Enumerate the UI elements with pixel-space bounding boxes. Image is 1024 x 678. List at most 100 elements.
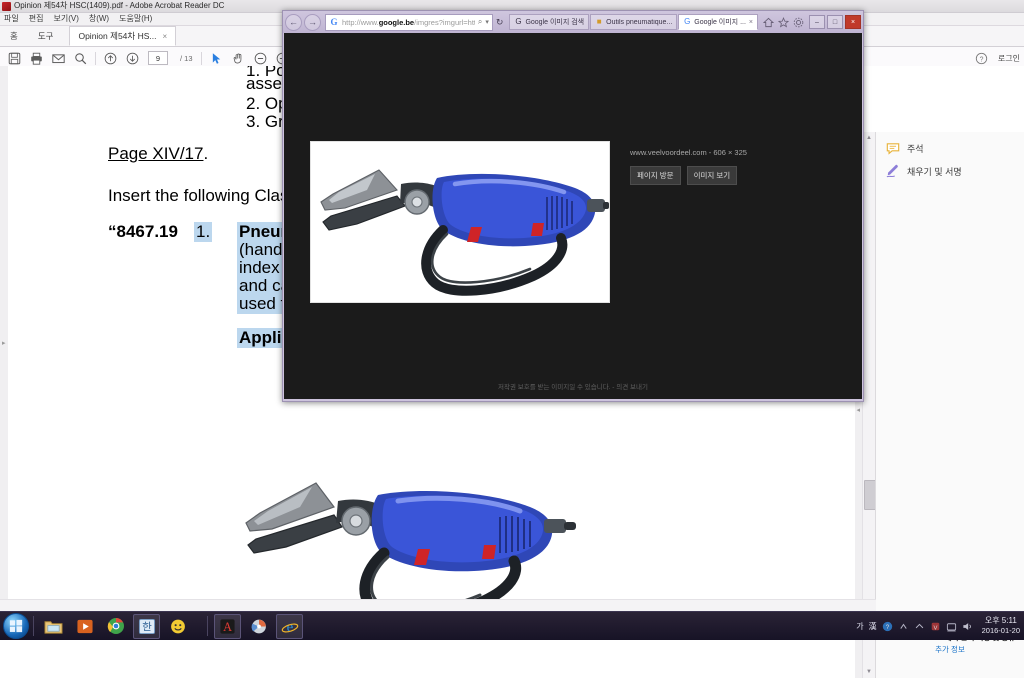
menu-view[interactable]: 보기(V) (53, 14, 78, 24)
help-icon[interactable]: ? (975, 52, 988, 65)
menu-file[interactable]: 파일 (4, 14, 19, 24)
search-icon[interactable]: ⌕ (478, 17, 482, 27)
volume-icon[interactable] (962, 621, 973, 632)
taskbar-paint-icon[interactable] (245, 614, 272, 639)
close-button[interactable]: × (845, 15, 861, 29)
taskbar-messenger-icon[interactable] (164, 614, 191, 639)
document-vertical-scrollbar[interactable]: ▲ ▼ (862, 132, 877, 678)
url-domain: google.be (378, 17, 415, 27)
refresh-icon[interactable]: ↻ (496, 17, 504, 28)
taskbar-internet-explorer-icon[interactable]: e (276, 613, 303, 639)
lightbox-product-image[interactable] (310, 141, 610, 303)
ie-tab-2[interactable]: ■ Outils pneumatique... (590, 14, 678, 30)
menu-edit[interactable]: 편집 (29, 14, 44, 24)
ie-tab-1[interactable]: G Google 이미지 검색 (509, 14, 590, 30)
save-icon[interactable] (8, 52, 21, 65)
close-icon[interactable]: × (749, 19, 753, 26)
show-hidden-icons-icon[interactable] (914, 621, 925, 632)
taskbar-clock[interactable]: 오후 5:11 2016-01-20 (978, 616, 1020, 636)
ie-tab-strip: G Google 이미지 검색 ■ Outils pneumatique... … (509, 14, 758, 30)
settings-gear-icon[interactable] (793, 17, 804, 28)
maximize-button[interactable]: □ (827, 15, 843, 29)
back-icon[interactable]: ← (285, 13, 302, 31)
clock-time: 오후 5:11 (984, 616, 1017, 625)
taskbar-divider (33, 616, 34, 636)
doc-page-reference: Page XIV/17 (108, 144, 204, 163)
ime-status-icon[interactable] (898, 621, 909, 632)
tab-document-label: Opinion 제54차 HS... (78, 31, 157, 41)
doc-page-reference-dot: . (203, 144, 209, 163)
doc-insert-line: Insert the following Class (108, 186, 297, 205)
tab-home[interactable]: 홈 (0, 26, 28, 46)
taskbar-hanword-icon[interactable]: 한 (133, 613, 160, 639)
close-icon[interactable]: × (162, 32, 167, 41)
cloud-promo-link[interactable]: 추가 정보 (876, 643, 1024, 656)
messenger-icon (170, 619, 185, 633)
tab-tools[interactable]: 도구 (28, 26, 64, 46)
copyright-notice: 저작권 보호를 받는 이미지일 수 있습니다. - 의견 보내기 (498, 384, 648, 391)
ie-tab-3-label: Google 이미지 ... (694, 19, 746, 26)
svg-text:한: 한 (142, 621, 152, 633)
taskbar-media-player-icon[interactable] (71, 614, 98, 639)
network-icon[interactable] (946, 621, 957, 632)
taskbar-explorer-icon[interactable] (40, 614, 67, 639)
windows-taskbar: 한 A e 가 漢 ? V 오후 5:11 2016-01-20 (0, 611, 1024, 640)
hand-icon[interactable] (232, 52, 245, 65)
ie-toolbar: ← → G http://www.google.be/imgres?imgurl… (283, 11, 863, 33)
signin-button[interactable]: 로그인 (998, 53, 1020, 64)
address-bar[interactable]: G http://www.google.be/imgres?imgurl=htt… (325, 13, 493, 31)
acrobat-window-title: Opinion 제54차 HSC(1409).pdf - Adobe Acrob… (14, 1, 225, 10)
left-page-strip[interactable]: ▸ (0, 66, 8, 612)
taskbar-acrobat-reader-icon[interactable]: A (214, 613, 241, 639)
tab-document[interactable]: Opinion 제54차 HS... × (69, 26, 177, 46)
paint-icon (251, 619, 266, 633)
ie-tab-2-label: Outils pneumatique... (606, 18, 673, 26)
explorer-folder-icon (44, 620, 63, 634)
acrobat-reader-icon: A (220, 618, 235, 634)
tool-fill-sign[interactable]: 채우기 및 서명 (876, 155, 1024, 178)
antivirus-icon[interactable]: V (930, 621, 941, 632)
minus-icon[interactable] (254, 52, 267, 65)
menu-window[interactable]: 창(W) (89, 14, 109, 24)
arrow-down-icon[interactable] (126, 52, 139, 65)
help-icon[interactable]: ? (882, 621, 893, 632)
view-image-button[interactable]: 이미지 보기 (686, 166, 738, 185)
favorites-star-icon[interactable] (778, 16, 789, 28)
home-icon[interactable] (763, 17, 774, 28)
forward-icon[interactable]: → (304, 13, 321, 31)
lightbox-info-panel: www.veelvoordeel.com - 606 × 325 페이지 방문 … (628, 33, 862, 399)
media-player-icon (76, 619, 93, 633)
tool-comment[interactable]: 주석 (876, 132, 1024, 155)
ie-window-buttons: – □ × (809, 15, 861, 29)
page-number-input[interactable]: 9 (148, 51, 168, 65)
minimize-button[interactable]: – (809, 15, 825, 29)
arrow-up-icon[interactable] (104, 52, 117, 65)
chevron-down-icon[interactable]: ▾ (485, 18, 489, 26)
cursor-icon[interactable] (210, 52, 223, 65)
visit-page-button[interactable]: 페이지 방문 (630, 166, 681, 185)
clock-date: 2016-01-20 (981, 626, 1020, 635)
email-icon[interactable] (52, 52, 65, 65)
menu-help[interactable]: 도움말(H) (119, 14, 152, 24)
system-tray: 가 漢 ? V 오후 5:11 2016-01-20 (856, 616, 1024, 636)
scroll-down-icon[interactable]: ▼ (866, 669, 872, 675)
pen-signature-icon (886, 164, 898, 178)
svg-text:?: ? (979, 56, 983, 63)
chevron-right-icon[interactable]: ▸ (2, 340, 6, 347)
ie-tab-3[interactable]: G Google 이미지 ... × (678, 14, 758, 30)
scroll-up-icon[interactable]: ▲ (866, 135, 872, 141)
url-rest: /imgres?imgurl=http%3A%2F%2Fcms4.proxime… (414, 17, 475, 27)
ie-tab-1-label: Google 이미지 검색 (525, 19, 585, 26)
internet-explorer-icon: e (281, 620, 298, 635)
chevron-left-icon[interactable]: ◂ (857, 406, 861, 414)
desktop-screen: Opinion 제54차 HSC(1409).pdf - Adobe Acrob… (0, 0, 1024, 678)
image-source-meta: www.veelvoordeel.com - 606 × 325 (630, 148, 747, 157)
site-favicon: ■ (596, 17, 602, 26)
print-icon[interactable] (30, 52, 43, 65)
ime-ko-icon[interactable]: 가 (856, 621, 863, 632)
ime-hanja-icon[interactable]: 漢 (869, 621, 877, 632)
search-icon[interactable] (74, 52, 87, 65)
taskbar-chrome-icon[interactable] (102, 614, 129, 639)
acrobat-app-icon (2, 1, 11, 11)
start-button[interactable] (3, 613, 29, 639)
